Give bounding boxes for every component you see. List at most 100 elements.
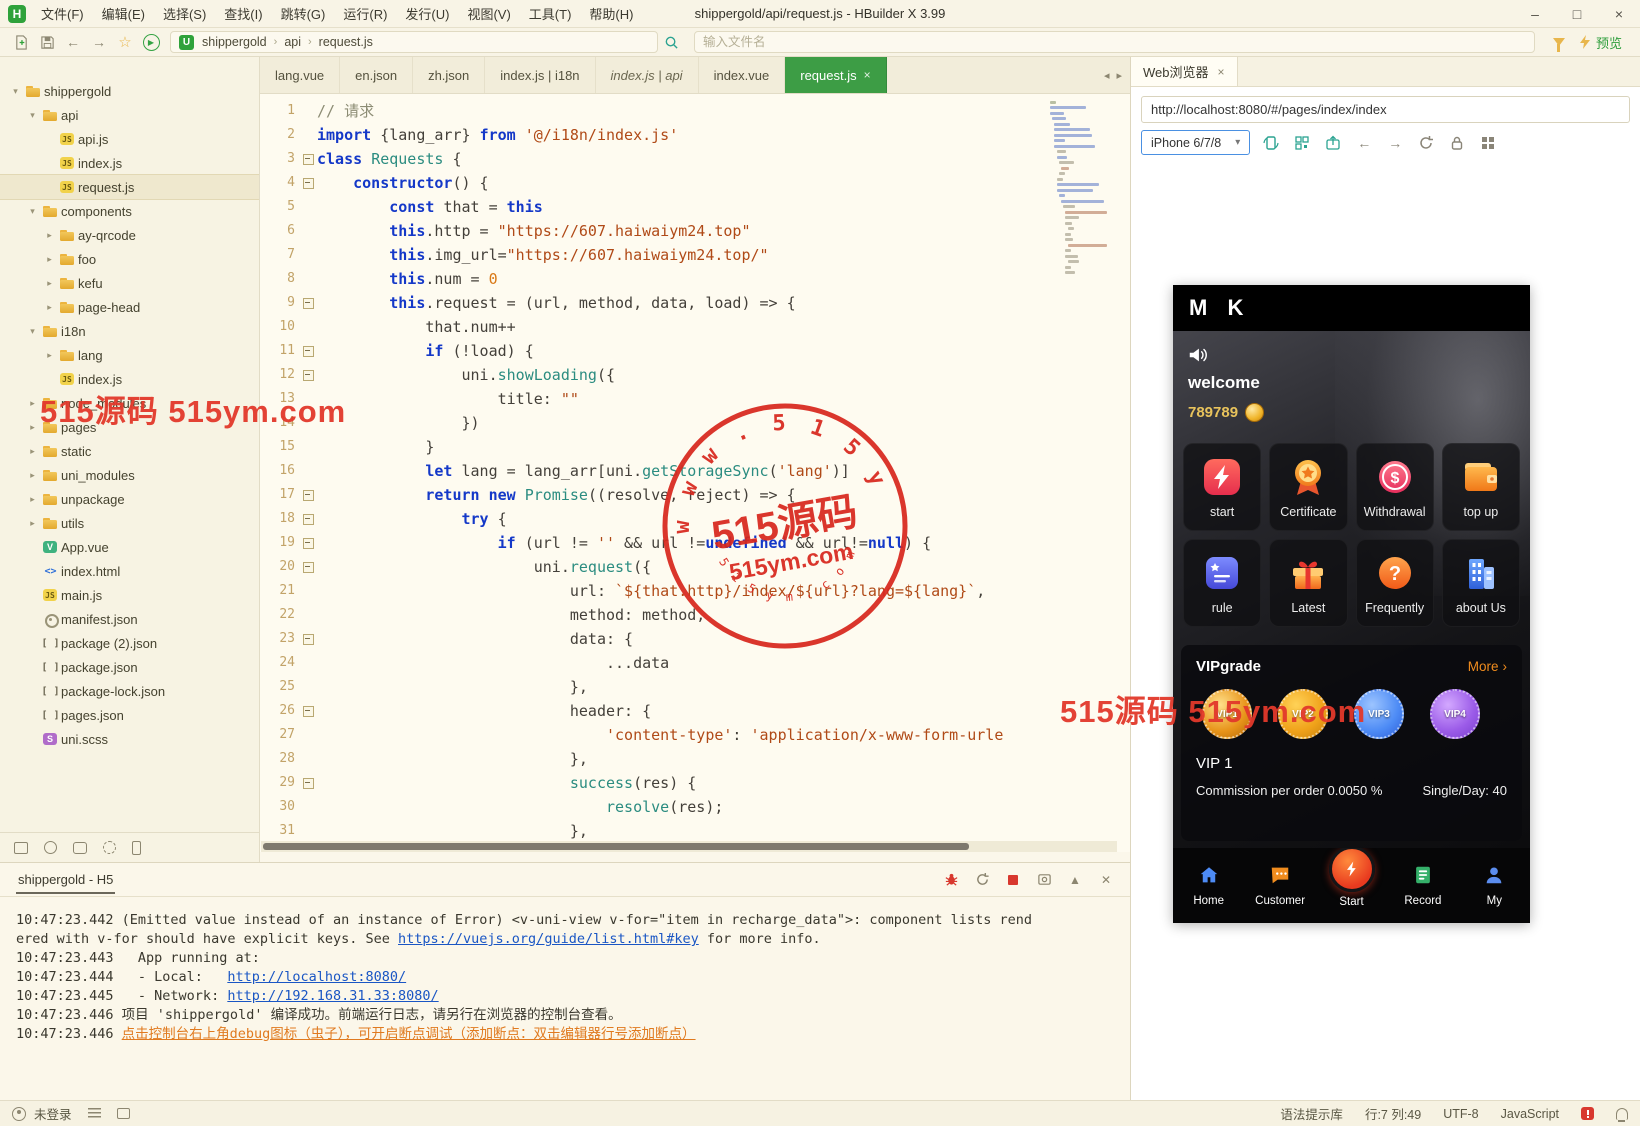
chevron-right-icon[interactable]: ▸	[42, 254, 57, 265]
app-grid-item-frequently[interactable]: ? Frequently	[1355, 539, 1434, 627]
code-line-4[interactable]: 4 constructor() {	[260, 171, 1130, 195]
line-number[interactable]: 18	[260, 507, 300, 531]
chevron-down-icon[interactable]: ▾	[25, 326, 40, 337]
new-file-icon[interactable]	[8, 31, 34, 53]
chevron-right-icon[interactable]: ▸	[25, 494, 40, 505]
code-line-29[interactable]: 29 success(res) {	[260, 771, 1130, 795]
fold-icon[interactable]	[300, 339, 317, 363]
line-number[interactable]: 19	[260, 531, 300, 555]
line-number[interactable]: 21	[260, 579, 300, 603]
tree-item-package-2-.json[interactable]: package (2).json	[0, 631, 259, 655]
editor-tab-index.vue[interactable]: index.vue	[699, 57, 786, 93]
browser-forward-icon[interactable]: →	[1385, 133, 1405, 153]
favorite-icon[interactable]: ☆	[112, 31, 138, 53]
fold-icon[interactable]	[300, 171, 317, 195]
stop-icon[interactable]	[1005, 872, 1021, 888]
rotate-device-icon[interactable]	[1261, 133, 1281, 153]
tree-item-lang[interactable]: ▸ lang	[0, 343, 259, 367]
fold-icon[interactable]	[300, 699, 317, 723]
outline-icon[interactable]	[87, 1108, 101, 1119]
browser-refresh-icon[interactable]	[1416, 133, 1436, 153]
console-link[interactable]: https://vuejs.org/guide/list.html#key	[398, 931, 699, 947]
line-number[interactable]: 31	[260, 819, 300, 843]
editor-horizontal-scrollbar[interactable]	[261, 841, 1117, 852]
line-number[interactable]: 20	[260, 555, 300, 579]
app-grid-item-start[interactable]: start	[1183, 443, 1262, 531]
app-grid-item-withdrawal[interactable]: $ Withdrawal	[1355, 443, 1434, 531]
code-line-12[interactable]: 12 uni.showLoading({	[260, 363, 1130, 387]
code-line-31[interactable]: 31 },	[260, 819, 1130, 843]
file-search-box[interactable]	[694, 31, 1535, 53]
back-icon[interactable]: ←	[60, 31, 86, 53]
line-number[interactable]: 4	[260, 171, 300, 195]
vip-badge-4[interactable]: VIP4	[1430, 689, 1480, 739]
breadcrumb-item-request.js[interactable]: request.js	[319, 35, 373, 49]
bell-icon[interactable]	[1616, 1107, 1628, 1122]
tree-item-main.js[interactable]: main.js	[0, 583, 259, 607]
line-number[interactable]: 30	[260, 795, 300, 819]
url-input[interactable]	[1151, 102, 1620, 117]
line-number[interactable]: 1	[260, 99, 300, 123]
line-number[interactable]: 24	[260, 651, 300, 675]
console-link[interactable]: http://localhost:8080/	[227, 969, 406, 985]
menu--e-[interactable]: 编辑(E)	[93, 0, 154, 27]
menu--s-[interactable]: 选择(S)	[154, 0, 215, 27]
vip-more-link[interactable]: More ›	[1468, 659, 1507, 674]
nav-item-home[interactable]: Home	[1173, 848, 1244, 923]
debug-bug-icon[interactable]	[943, 872, 959, 888]
phone-preview[interactable]: M K welcome 789789 start Certificate $ With…	[1173, 285, 1530, 923]
collapse-icon[interactable]: ▲	[1067, 872, 1083, 888]
forward-icon[interactable]: →	[86, 31, 112, 53]
line-number[interactable]: 5	[260, 195, 300, 219]
line-number[interactable]: 16	[260, 459, 300, 483]
line-number[interactable]: 22	[260, 603, 300, 627]
search-input[interactable]	[703, 35, 1526, 49]
tree-item-app.vue[interactable]: App.vue	[0, 535, 259, 559]
tree-item-static[interactable]: ▸ static	[0, 439, 259, 463]
fold-icon[interactable]	[300, 291, 317, 315]
statusbar--7-49[interactable]: 行:7 列:49	[1365, 1104, 1421, 1123]
editor-tab-zh.json[interactable]: zh.json	[413, 57, 486, 93]
minimize-button[interactable]: –	[1514, 0, 1556, 27]
menu--f-[interactable]: 文件(F)	[32, 0, 93, 27]
tree-item-shippergold[interactable]: ▾ shippergold	[0, 79, 259, 103]
statusbar-utf-8[interactable]: UTF-8	[1443, 1107, 1478, 1121]
alert-icon[interactable]	[1581, 1107, 1594, 1120]
tree-item-index.js[interactable]: index.js	[0, 151, 259, 175]
nav-item-record[interactable]: Record	[1387, 848, 1458, 923]
fold-icon[interactable]	[300, 363, 317, 387]
tree-item-pages.json[interactable]: pages.json	[0, 703, 259, 727]
user-icon[interactable]	[12, 1106, 26, 1121]
menu--h-[interactable]: 帮助(H)	[580, 0, 642, 27]
line-number[interactable]: 25	[260, 675, 300, 699]
tree-item-components[interactable]: ▾ components	[0, 199, 259, 223]
menu--r-[interactable]: 运行(R)	[334, 0, 396, 27]
line-number[interactable]: 28	[260, 747, 300, 771]
line-number[interactable]: 6	[260, 219, 300, 243]
nav-item-my[interactable]: My	[1459, 848, 1530, 923]
tree-item-request.js[interactable]: request.js	[0, 174, 259, 200]
app-grid-item-latest[interactable]: Latest	[1269, 539, 1348, 627]
tree-item-ay-qrcode[interactable]: ▸ ay-qrcode	[0, 223, 259, 247]
code-line-28[interactable]: 28 },	[260, 747, 1130, 771]
grid-view-icon[interactable]	[1478, 133, 1498, 153]
browser-tab-close-icon[interactable]: ×	[1218, 65, 1225, 79]
line-number[interactable]: 2	[260, 123, 300, 147]
menu--t-[interactable]: 工具(T)	[520, 0, 581, 27]
console-tab[interactable]: shippergold - H5	[16, 865, 116, 894]
browser-tab[interactable]: Web浏览器 ×	[1131, 57, 1238, 86]
app-grid-item-top-up[interactable]: top up	[1441, 443, 1520, 531]
fold-icon[interactable]	[300, 627, 317, 651]
device-panel-icon[interactable]	[132, 840, 141, 855]
nav-item-customer[interactable]: Customer	[1244, 848, 1315, 923]
code-line-3[interactable]: 3 class Requests {	[260, 147, 1130, 171]
console-link[interactable]: http://192.168.31.33:8080/	[227, 988, 438, 1004]
tab-scroll-left-icon[interactable]: ◂	[1104, 69, 1110, 82]
fold-icon[interactable]	[300, 771, 317, 795]
bug-panel-icon[interactable]	[44, 841, 57, 854]
tree-item-package.json[interactable]: package.json	[0, 655, 259, 679]
menu--v-[interactable]: 视图(V)	[458, 0, 519, 27]
fold-icon[interactable]	[300, 147, 317, 171]
line-number[interactable]: 8	[260, 267, 300, 291]
code-line-8[interactable]: 8 this.num = 0	[260, 267, 1130, 291]
